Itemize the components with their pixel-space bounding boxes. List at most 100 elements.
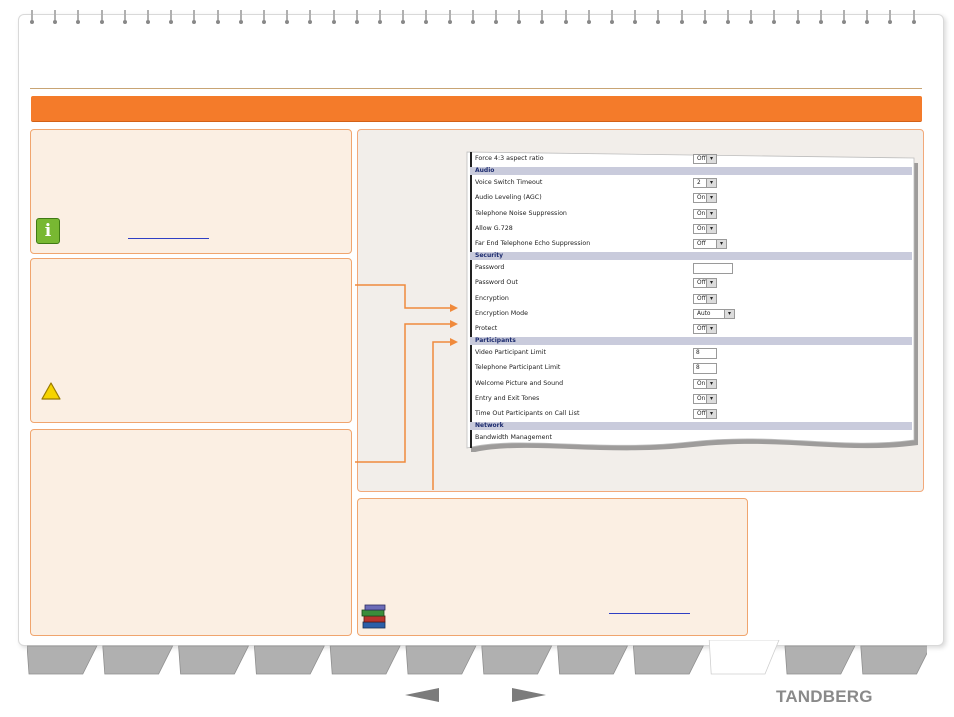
tab[interactable] — [860, 645, 927, 675]
settings-select[interactable]: Off ▾ — [693, 324, 717, 334]
tab[interactable] — [784, 645, 856, 675]
chevron-down-icon[interactable]: ▾ — [706, 294, 716, 303]
chevron-down-icon[interactable]: ▾ — [706, 325, 716, 333]
spiral-ring — [540, 10, 545, 24]
previous-arrow-icon[interactable] — [405, 688, 439, 702]
settings-select-value: Off — [697, 156, 706, 162]
spiral-ring — [726, 10, 730, 24]
chevron-down-icon[interactable]: ▾ — [716, 240, 726, 248]
settings-row-label: Encryption Mode — [475, 309, 528, 317]
settings-select[interactable]: On ▾ — [693, 208, 717, 219]
chevron-down-icon[interactable]: ▾ — [706, 155, 716, 163]
settings-select[interactable]: Off ▾ — [693, 239, 727, 249]
warning-icon — [41, 382, 61, 400]
settings-section-header: Participants — [470, 337, 912, 346]
settings-row-label: Audio Leveling (AGC) — [475, 194, 542, 202]
chevron-down-icon[interactable]: ▾ — [706, 179, 716, 188]
next-arrow-icon[interactable] — [512, 688, 546, 702]
tab[interactable] — [102, 645, 174, 675]
settings-row: Video Participant Limit 8 — [470, 346, 912, 361]
settings-select[interactable]: Off ▾ — [693, 278, 717, 289]
spiral-ring — [610, 10, 614, 24]
settings-row: Welcome Picture and Sound On ▾ — [470, 377, 912, 392]
spiral-ring — [563, 10, 568, 24]
settings-select-value: On — [697, 210, 706, 217]
spiral-ring — [53, 10, 58, 24]
tab[interactable] — [481, 645, 553, 675]
tab[interactable] — [329, 645, 401, 675]
spiral-ring — [656, 10, 661, 24]
settings-form: Force 4:3 aspect ratio Off ▾ Audio Voice Swi… — [470, 150, 912, 450]
settings-row: Encryption Mode Auto ▾ — [470, 307, 912, 322]
spiral-ring — [888, 10, 893, 24]
settings-select-value: On — [697, 195, 706, 202]
spiral-ring — [401, 10, 406, 24]
settings-text-input[interactable]: 8 — [693, 348, 717, 360]
spiral-ring — [865, 10, 870, 24]
spiral-ring — [238, 10, 243, 24]
chevron-down-icon[interactable]: ▾ — [706, 224, 716, 233]
tab[interactable] — [178, 645, 250, 675]
spiral-ring — [911, 10, 916, 24]
settings-row-label: Welcome Picture and Sound — [475, 379, 564, 387]
settings-select[interactable]: Off ▾ — [693, 293, 717, 304]
settings-row: Time Out Participants on Call List Off ▾ — [470, 407, 912, 422]
warning-panel — [30, 258, 352, 423]
spiral-ring — [842, 10, 846, 24]
settings-select[interactable]: On ▾ — [693, 223, 717, 234]
books-icon — [361, 604, 386, 629]
info-link[interactable] — [128, 238, 209, 239]
chevron-down-icon[interactable]: ▾ — [706, 209, 716, 218]
spiral-ring — [424, 10, 429, 24]
tab[interactable] — [557, 645, 629, 675]
settings-select[interactable]: Off ▾ — [693, 409, 717, 419]
spiral-ring — [378, 10, 382, 24]
tab-active[interactable] — [708, 640, 780, 675]
settings-section-header: Audio — [470, 167, 912, 176]
spiral-ring — [586, 10, 591, 24]
chevron-down-icon[interactable]: ▾ — [706, 194, 716, 203]
settings-row-label: Telephone Participant Limit — [475, 364, 561, 372]
settings-row: Password — [470, 261, 912, 276]
spiral-ring — [470, 10, 475, 24]
brand-logo: TANDBERG — [776, 687, 873, 706]
spiral-ring — [494, 10, 498, 24]
settings-section-header: Network — [470, 422, 912, 431]
settings-select[interactable]: Auto ▾ — [693, 308, 735, 319]
spiral-ring — [215, 10, 220, 24]
spiral-ring — [633, 10, 638, 24]
settings-row: Far End Telephone Echo Suppression Off ▾ — [470, 237, 912, 252]
spiral-ring — [772, 10, 777, 24]
settings-select-value: On — [697, 380, 706, 387]
chevron-down-icon[interactable]: ▾ — [706, 410, 716, 418]
settings-select[interactable]: On ▾ — [693, 193, 717, 204]
chevron-down-icon[interactable]: ▾ — [706, 394, 716, 403]
tab[interactable] — [405, 645, 477, 675]
settings-select[interactable]: On ▾ — [693, 378, 717, 389]
chevron-down-icon[interactable]: ▾ — [724, 309, 734, 318]
settings-text-input[interactable]: 8 — [693, 363, 717, 375]
settings-select[interactable]: On ▾ — [693, 393, 717, 404]
settings-text-input[interactable] — [693, 263, 733, 275]
chevron-down-icon[interactable]: ▾ — [706, 279, 716, 288]
settings-row: Force 4:3 aspect ratio Off ▾ — [470, 152, 912, 167]
tab-strip — [27, 640, 927, 675]
settings-select-value: Off — [697, 241, 706, 247]
settings-row-label: Video Participant Limit — [475, 349, 546, 357]
notes-panel — [30, 429, 352, 636]
settings-select[interactable]: 2 ▾ — [693, 178, 717, 189]
settings-select-value: 2 — [697, 180, 701, 187]
settings-row-label: Far End Telephone Echo Suppression — [475, 240, 591, 247]
reference-link[interactable] — [609, 613, 690, 614]
spiral-ring — [30, 10, 34, 24]
spiral-ring — [308, 10, 313, 24]
info-panel — [30, 129, 352, 254]
spiral-ring — [99, 10, 104, 24]
settings-row-label: Protect — [475, 325, 498, 332]
tab[interactable] — [253, 645, 325, 675]
chevron-down-icon[interactable]: ▾ — [706, 379, 716, 388]
spiral-ring — [818, 10, 823, 24]
tab[interactable] — [632, 645, 704, 675]
tab[interactable] — [27, 645, 98, 675]
settings-select[interactable]: Off ▾ — [693, 154, 717, 164]
